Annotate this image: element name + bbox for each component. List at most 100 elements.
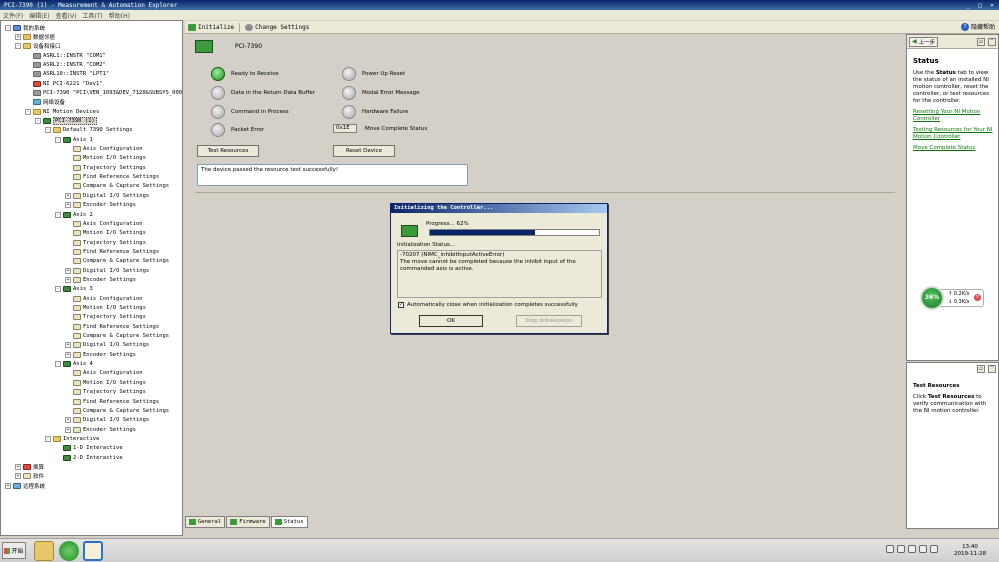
tree-node[interactable]: 网络设备 <box>25 98 65 107</box>
menu-view[interactable]: 查看(V) <box>53 11 80 20</box>
start-button[interactable]: 开始 <box>2 542 26 559</box>
expand-icon[interactable]: + <box>65 417 71 424</box>
help-link-testing[interactable]: Testing Resources for Your NI Motion Con… <box>913 127 993 141</box>
tree-node[interactable]: Axis Configuration <box>65 294 143 303</box>
help-float-button[interactable]: ▫ <box>977 38 985 46</box>
reset-device-button[interactable]: Reset Device <box>333 145 395 157</box>
tree-node[interactable]: + 数据邻居 <box>15 32 55 41</box>
network-speed-widget[interactable]: ↑ 0.2K/s ↓ 0.3K/s × 36% <box>920 286 985 310</box>
test-resources-button[interactable]: Test Resources <box>197 145 259 157</box>
tree-node[interactable]: + 换算 <box>15 462 44 471</box>
clock[interactable]: 13:40 2019-11-28 <box>950 544 990 558</box>
tree-node[interactable]: + Encoder Settings <box>65 201 136 210</box>
expand-icon[interactable]: + <box>65 192 71 199</box>
tree-node[interactable]: - Axis 3 <box>55 285 93 294</box>
tree-node[interactable]: Motion I/O Settings <box>65 378 146 387</box>
expand-icon[interactable]: + <box>15 33 21 40</box>
auto-close-checkbox[interactable]: ✓ Automatically close when initializatio… <box>398 302 578 308</box>
expand-icon[interactable]: + <box>65 202 71 209</box>
tray-network-icon[interactable] <box>886 545 894 553</box>
hide-help-button[interactable]: ? 隐藏帮助 <box>960 22 995 31</box>
menu-tools[interactable]: 工具(T) <box>79 11 105 20</box>
tree-node[interactable]: 1-D Interactive <box>55 444 123 453</box>
expand-icon[interactable]: + <box>65 276 71 283</box>
tree-node[interactable]: - Axis 1 <box>55 135 93 144</box>
tree-node[interactable]: Compare & Capture Settings <box>65 332 169 341</box>
tree-node[interactable]: Compare & Capture Settings <box>65 406 169 415</box>
tree-node[interactable]: + 软件 <box>15 472 44 481</box>
tree-node[interactable]: ASRL10::INSTR "LPT1" <box>25 70 109 79</box>
stop-initialization-button[interactable]: Stop Initialization <box>516 315 582 327</box>
tab-general[interactable]: General <box>185 516 226 528</box>
tree-node[interactable]: - Axis 4 <box>55 360 93 369</box>
initialize-button[interactable]: Initialize <box>185 23 237 31</box>
expand-icon[interactable]: + <box>5 482 11 489</box>
tree-node[interactable]: - NI Motion Devices <box>25 107 99 116</box>
tree-node[interactable]: + Digital I/O Settings <box>65 191 149 200</box>
tree-node[interactable]: + Encoder Settings <box>65 350 136 359</box>
expand-icon[interactable]: + <box>15 473 21 480</box>
expand-icon[interactable]: + <box>15 463 21 470</box>
collapse-icon[interactable]: - <box>45 435 51 442</box>
menu-help[interactable]: 帮助(H) <box>106 11 133 20</box>
tree-node[interactable]: Find Reference Settings <box>65 173 159 182</box>
browser-icon[interactable] <box>59 541 79 561</box>
tree-node[interactable]: Trajectory Settings <box>65 313 146 322</box>
menu-edit[interactable]: 编辑(E) <box>26 11 52 20</box>
tree-node[interactable]: Trajectory Settings <box>65 388 146 397</box>
tree-node[interactable]: Find Reference Settings <box>65 322 159 331</box>
tree-node[interactable]: Motion I/O Settings <box>65 229 146 238</box>
tab-firmware[interactable]: Firmware <box>226 516 270 528</box>
tree-node[interactable]: Trajectory Settings <box>65 238 146 247</box>
tree-node[interactable]: PCI-7390 "PCI\VEN_1093&DEV_7120&SUBSYS_0… <box>25 88 182 97</box>
expand-icon[interactable]: + <box>65 351 71 358</box>
tree-node[interactable]: - Axis 2 <box>55 210 93 219</box>
collapse-icon[interactable]: - <box>55 211 61 218</box>
tree-node[interactable]: ASRL2::INSTR "COM2" <box>25 60 106 69</box>
tree-node[interactable]: Axis Configuration <box>65 145 143 154</box>
tree-node[interactable]: - 我的系统 <box>5 23 45 32</box>
help-link-resetting[interactable]: Resetting Your NI Motion Controller <box>913 109 993 123</box>
tree-node[interactable]: ASRL1::INSTR "COM1" <box>25 51 106 60</box>
tab-status[interactable]: Status <box>270 516 308 528</box>
tree-node[interactable]: - 设备和接口 <box>15 42 61 51</box>
tray-volume-icon[interactable] <box>897 545 905 553</box>
collapse-icon[interactable]: - <box>5 24 11 31</box>
expand-icon[interactable]: + <box>65 426 71 433</box>
tree-node[interactable]: Axis Configuration <box>65 369 143 378</box>
tray-speaker-icon[interactable] <box>919 545 927 553</box>
menu-file[interactable]: 文件(F) <box>0 11 26 20</box>
collapse-icon[interactable]: - <box>35 118 41 124</box>
tree-node[interactable]: - PCI-7390 (1) <box>35 117 97 126</box>
tree-node[interactable]: + 远程系统 <box>5 481 45 490</box>
tree-node[interactable]: + Digital I/O Settings <box>65 341 149 350</box>
tray-input-icon[interactable] <box>930 545 938 553</box>
folder-icon[interactable] <box>34 541 54 561</box>
collapse-icon[interactable]: - <box>15 43 21 50</box>
context-chevron-icon[interactable]: ˅ <box>988 365 996 373</box>
back-button[interactable]: ◀ 上一步 <box>909 36 939 47</box>
tree-node[interactable]: 2-D Interactive <box>55 453 123 462</box>
minimize-button[interactable]: _ <box>963 1 973 9</box>
help-link-move-complete[interactable]: Move Complete Status <box>913 145 993 152</box>
tree-node[interactable]: - Default 7390 Settings <box>45 126 133 135</box>
maximize-button[interactable]: □ <box>975 1 985 9</box>
tree-node[interactable]: + Digital I/O Settings <box>65 266 149 275</box>
tree-node[interactable]: Motion I/O Settings <box>65 154 146 163</box>
collapse-icon[interactable]: - <box>55 361 61 368</box>
expand-icon[interactable]: + <box>65 342 71 349</box>
tree-node[interactable]: + Encoder Settings <box>65 425 136 434</box>
tree-node[interactable]: Motion I/O Settings <box>65 304 146 313</box>
collapse-icon[interactable]: - <box>45 127 51 134</box>
tree-node[interactable]: Compare & Capture Settings <box>65 182 169 191</box>
context-float-button[interactable]: ▫ <box>977 365 985 373</box>
tree-node[interactable]: NI PCI-6221 "Dev1" <box>25 79 103 88</box>
close-icon[interactable]: × <box>974 294 981 301</box>
collapse-icon[interactable]: - <box>55 136 61 143</box>
tray-security-icon[interactable] <box>908 545 916 553</box>
tree-node[interactable]: + Digital I/O Settings <box>65 416 149 425</box>
tree-node[interactable]: + Encoder Settings <box>65 275 136 284</box>
collapse-icon[interactable]: - <box>55 286 61 293</box>
ni-max-icon[interactable] <box>83 541 103 561</box>
tree-node[interactable]: Find Reference Settings <box>65 247 159 256</box>
